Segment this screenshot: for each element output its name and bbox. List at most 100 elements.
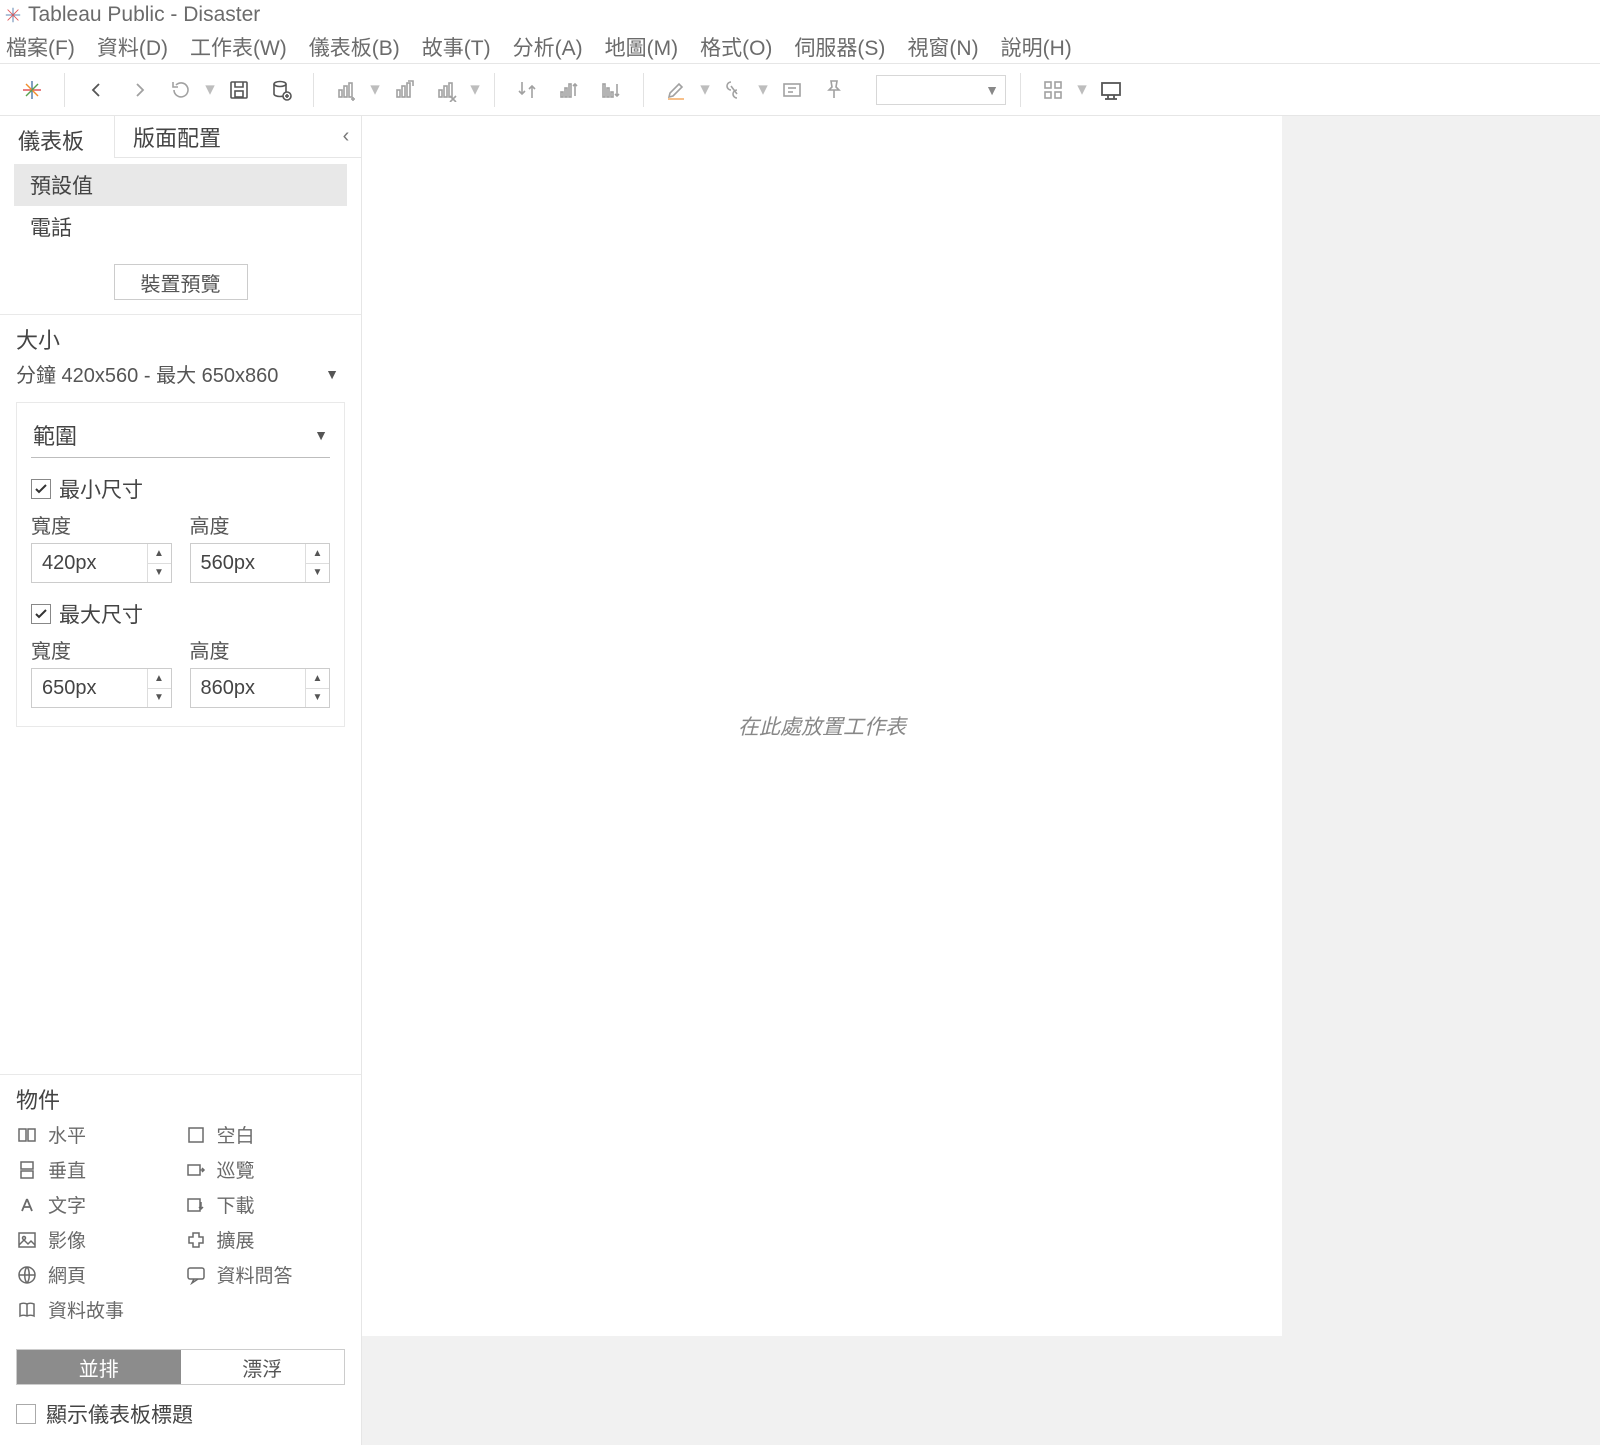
dashboard-canvas[interactable]: 在此處放置工作表 [362,116,1282,1336]
new-data-source-button[interactable] [263,72,299,108]
menu-file[interactable]: 檔案(F) [6,32,75,62]
menu-window[interactable]: 視窗(N) [907,32,978,62]
group-button[interactable] [716,72,752,108]
tab-dashboard[interactable]: 儀表板 [0,116,115,158]
spinner[interactable]: ▲▼ [147,669,171,707]
search-field-box[interactable]: ▼ [876,75,1006,105]
menu-server[interactable]: 伺服器(S) [794,32,885,62]
object-download[interactable]: 下載 [185,1191,346,1218]
vertical-container-icon [16,1159,38,1181]
duplicate-button[interactable] [386,72,422,108]
group-dropdown[interactable]: ▾ [758,78,768,101]
spinner[interactable]: ▲▼ [305,669,329,707]
device-phone[interactable]: 電話 [14,206,347,248]
new-worksheet-dropdown[interactable]: ▾ [370,78,380,101]
checkbox-checked-icon [31,604,51,624]
show-labels-button[interactable] [774,72,810,108]
spin-down-icon[interactable]: ▼ [148,564,171,583]
checkbox-checked-icon [31,479,51,499]
max-size-checkbox[interactable]: 最大尺寸 [31,599,330,629]
pin-button[interactable] [816,72,852,108]
blank-icon [185,1124,207,1146]
object-web[interactable]: 網頁 [16,1261,177,1288]
menu-map[interactable]: 地圖(M) [605,32,678,62]
extension-icon [185,1229,207,1251]
min-width-input[interactable]: ▲▼ [31,543,172,583]
object-horizontal[interactable]: 水平 [16,1121,177,1148]
collapse-panel-button[interactable]: ‹ [331,116,361,158]
max-height-field[interactable] [191,669,306,707]
max-width-field[interactable] [32,669,147,707]
object-blank[interactable]: 空白 [185,1121,346,1148]
menu-help[interactable]: 說明(H) [1001,32,1072,62]
float-button[interactable]: 漂浮 [181,1350,345,1384]
max-height-input[interactable]: ▲▼ [190,668,331,708]
spin-up-icon[interactable]: ▲ [306,669,329,689]
download-icon [185,1194,207,1216]
spin-down-icon[interactable]: ▼ [306,564,329,583]
objects-title: 物件 [16,1083,345,1115]
show-dashboard-title-checkbox[interactable]: 顯示儀表板標題 [0,1395,361,1445]
min-height-field[interactable] [191,544,306,582]
spin-up-icon[interactable]: ▲ [148,669,171,689]
clear-dropdown[interactable]: ▾ [470,78,480,101]
min-size-checkbox[interactable]: 最小尺寸 [31,474,330,504]
presentation-button[interactable] [1093,72,1129,108]
spinner[interactable]: ▲▼ [305,544,329,582]
swap-button[interactable] [509,72,545,108]
caret-down-icon: ▼ [325,366,339,382]
object-navigate[interactable]: 巡覽 [185,1156,346,1183]
object-extension[interactable]: 擴展 [185,1226,346,1253]
object-data-story[interactable]: 資料故事 [16,1296,177,1323]
device-list: 預設值 電話 [0,158,361,254]
data-story-icon [16,1299,38,1321]
menu-data[interactable]: 資料(D) [97,32,168,62]
object-vertical[interactable]: 垂直 [16,1156,177,1183]
min-height-label: 高度 [190,510,331,539]
max-width-input[interactable]: ▲▼ [31,668,172,708]
redo-button[interactable] [121,72,157,108]
menu-analysis[interactable]: 分析(A) [513,32,583,62]
highlight-button[interactable] [658,72,694,108]
spin-down-icon[interactable]: ▼ [306,689,329,708]
highlight-dropdown[interactable]: ▾ [700,78,710,101]
new-worksheet-button[interactable] [328,72,364,108]
sort-desc-button[interactable] [593,72,629,108]
menu-format[interactable]: 格式(O) [700,32,772,62]
spin-up-icon[interactable]: ▲ [148,544,171,564]
size-summary-dropdown[interactable]: 分鐘 420x560 - 最大 650x860 ▼ [16,359,345,394]
show-me-dropdown[interactable]: ▾ [1077,78,1087,101]
objects-section: 物件 水平 空白 垂直 巡覽 文字 下載 影像 擴展 網頁 資料問答 資料故事 [0,1074,361,1335]
ask-data-icon [185,1264,207,1286]
title-bar: Tableau Public - Disaster [0,0,1600,30]
object-image[interactable]: 影像 [16,1226,177,1253]
menu-story[interactable]: 故事(T) [422,32,491,62]
menu-worksheet[interactable]: 工作表(W) [190,32,287,62]
separator [313,73,314,107]
separator [1020,73,1021,107]
revert-button[interactable] [163,72,199,108]
spin-down-icon[interactable]: ▼ [148,689,171,708]
device-preview-button[interactable]: 裝置預覽 [114,264,248,300]
min-width-field[interactable] [32,544,147,582]
revert-dropdown[interactable]: ▾ [205,78,215,101]
tab-layout[interactable]: 版面配置 [115,116,331,158]
spin-up-icon[interactable]: ▲ [306,544,329,564]
device-default[interactable]: 預設值 [14,164,347,206]
save-button[interactable] [221,72,257,108]
sort-asc-button[interactable] [551,72,587,108]
show-me-button[interactable] [1035,72,1071,108]
clear-button[interactable] [428,72,464,108]
spinner[interactable]: ▲▼ [147,544,171,582]
separator [643,73,644,107]
size-section: 大小 分鐘 420x560 - 最大 650x860 ▼ [0,315,361,402]
tableau-icon[interactable] [14,72,50,108]
menu-dashboard[interactable]: 儀表板(B) [309,32,400,62]
size-popup: 範圍 ▼ 最小尺寸 寬度 ▲▼ 高度 [16,402,345,727]
object-ask-data[interactable]: 資料問答 [185,1261,346,1288]
object-text[interactable]: 文字 [16,1191,177,1218]
size-mode-select[interactable]: 範圍 ▼ [31,417,330,458]
min-height-input[interactable]: ▲▼ [190,543,331,583]
undo-button[interactable] [79,72,115,108]
tile-button[interactable]: 並排 [17,1350,181,1384]
